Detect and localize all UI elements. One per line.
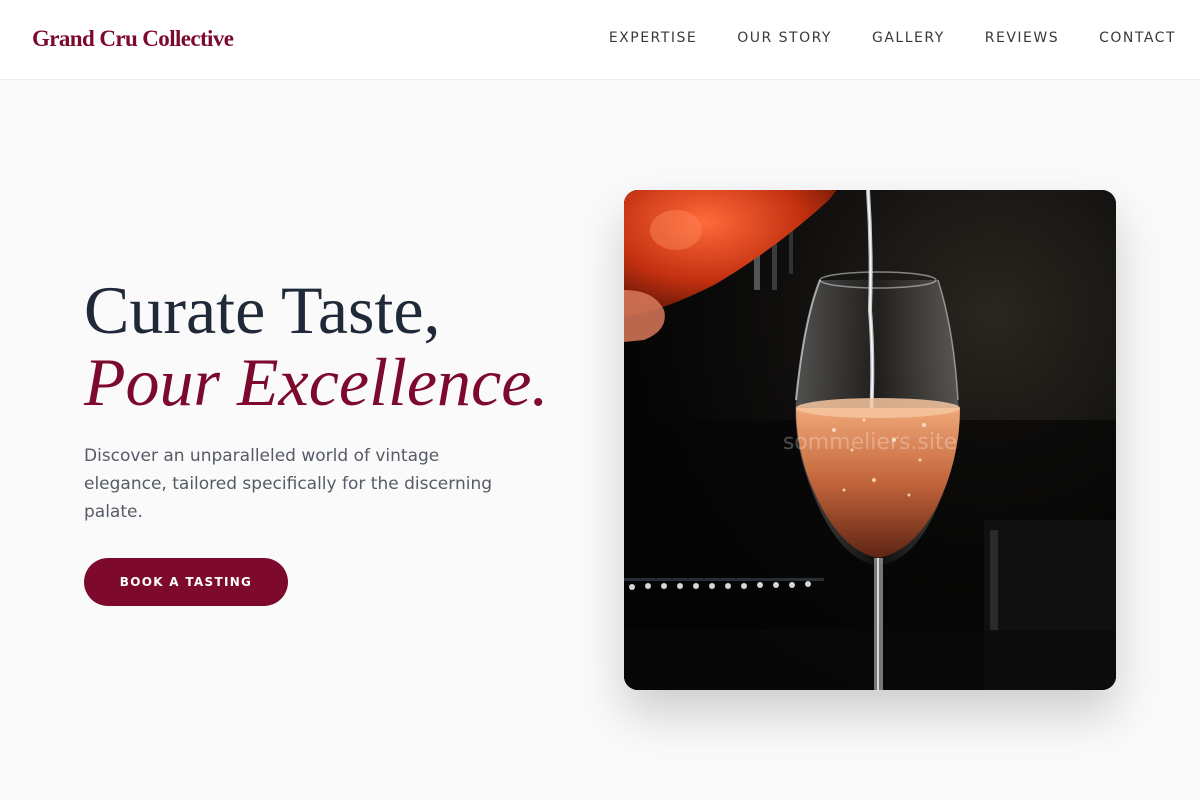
main-nav: EXPERTISE OUR STORY GALLERY REVIEWS CONT… (609, 30, 1176, 46)
nav-link-gallery[interactable]: GALLERY (872, 30, 945, 46)
hero-wine-photo: sommeliers.site (624, 190, 1116, 690)
nav-link-reviews[interactable]: REVIEWS (985, 30, 1059, 46)
nav-link-our-story[interactable]: OUR STORY (737, 30, 832, 46)
top-navbar: Grand Cru Collective EXPERTISE OUR STORY… (0, 0, 1200, 80)
wine-glass-pour-photo (624, 190, 1116, 690)
hero-subtitle: Discover an unparalleled world of vintag… (84, 446, 493, 522)
hero-heading-block: Curate Taste, Pour Excellence. (84, 274, 604, 418)
hero-headline-line2: Pour Excellence. (84, 344, 549, 420)
nav-link-expertise[interactable]: EXPERTISE (609, 30, 697, 46)
hero-headline: Curate Taste, Pour Excellence. (84, 274, 604, 418)
nav-link-contact[interactable]: CONTACT (1099, 30, 1176, 46)
book-tasting-button[interactable]: BOOK A TASTING (84, 558, 288, 606)
hero-headline-line1: Curate Taste, (84, 272, 441, 348)
brand-logo-link[interactable]: Grand Cru Collective (32, 26, 234, 52)
